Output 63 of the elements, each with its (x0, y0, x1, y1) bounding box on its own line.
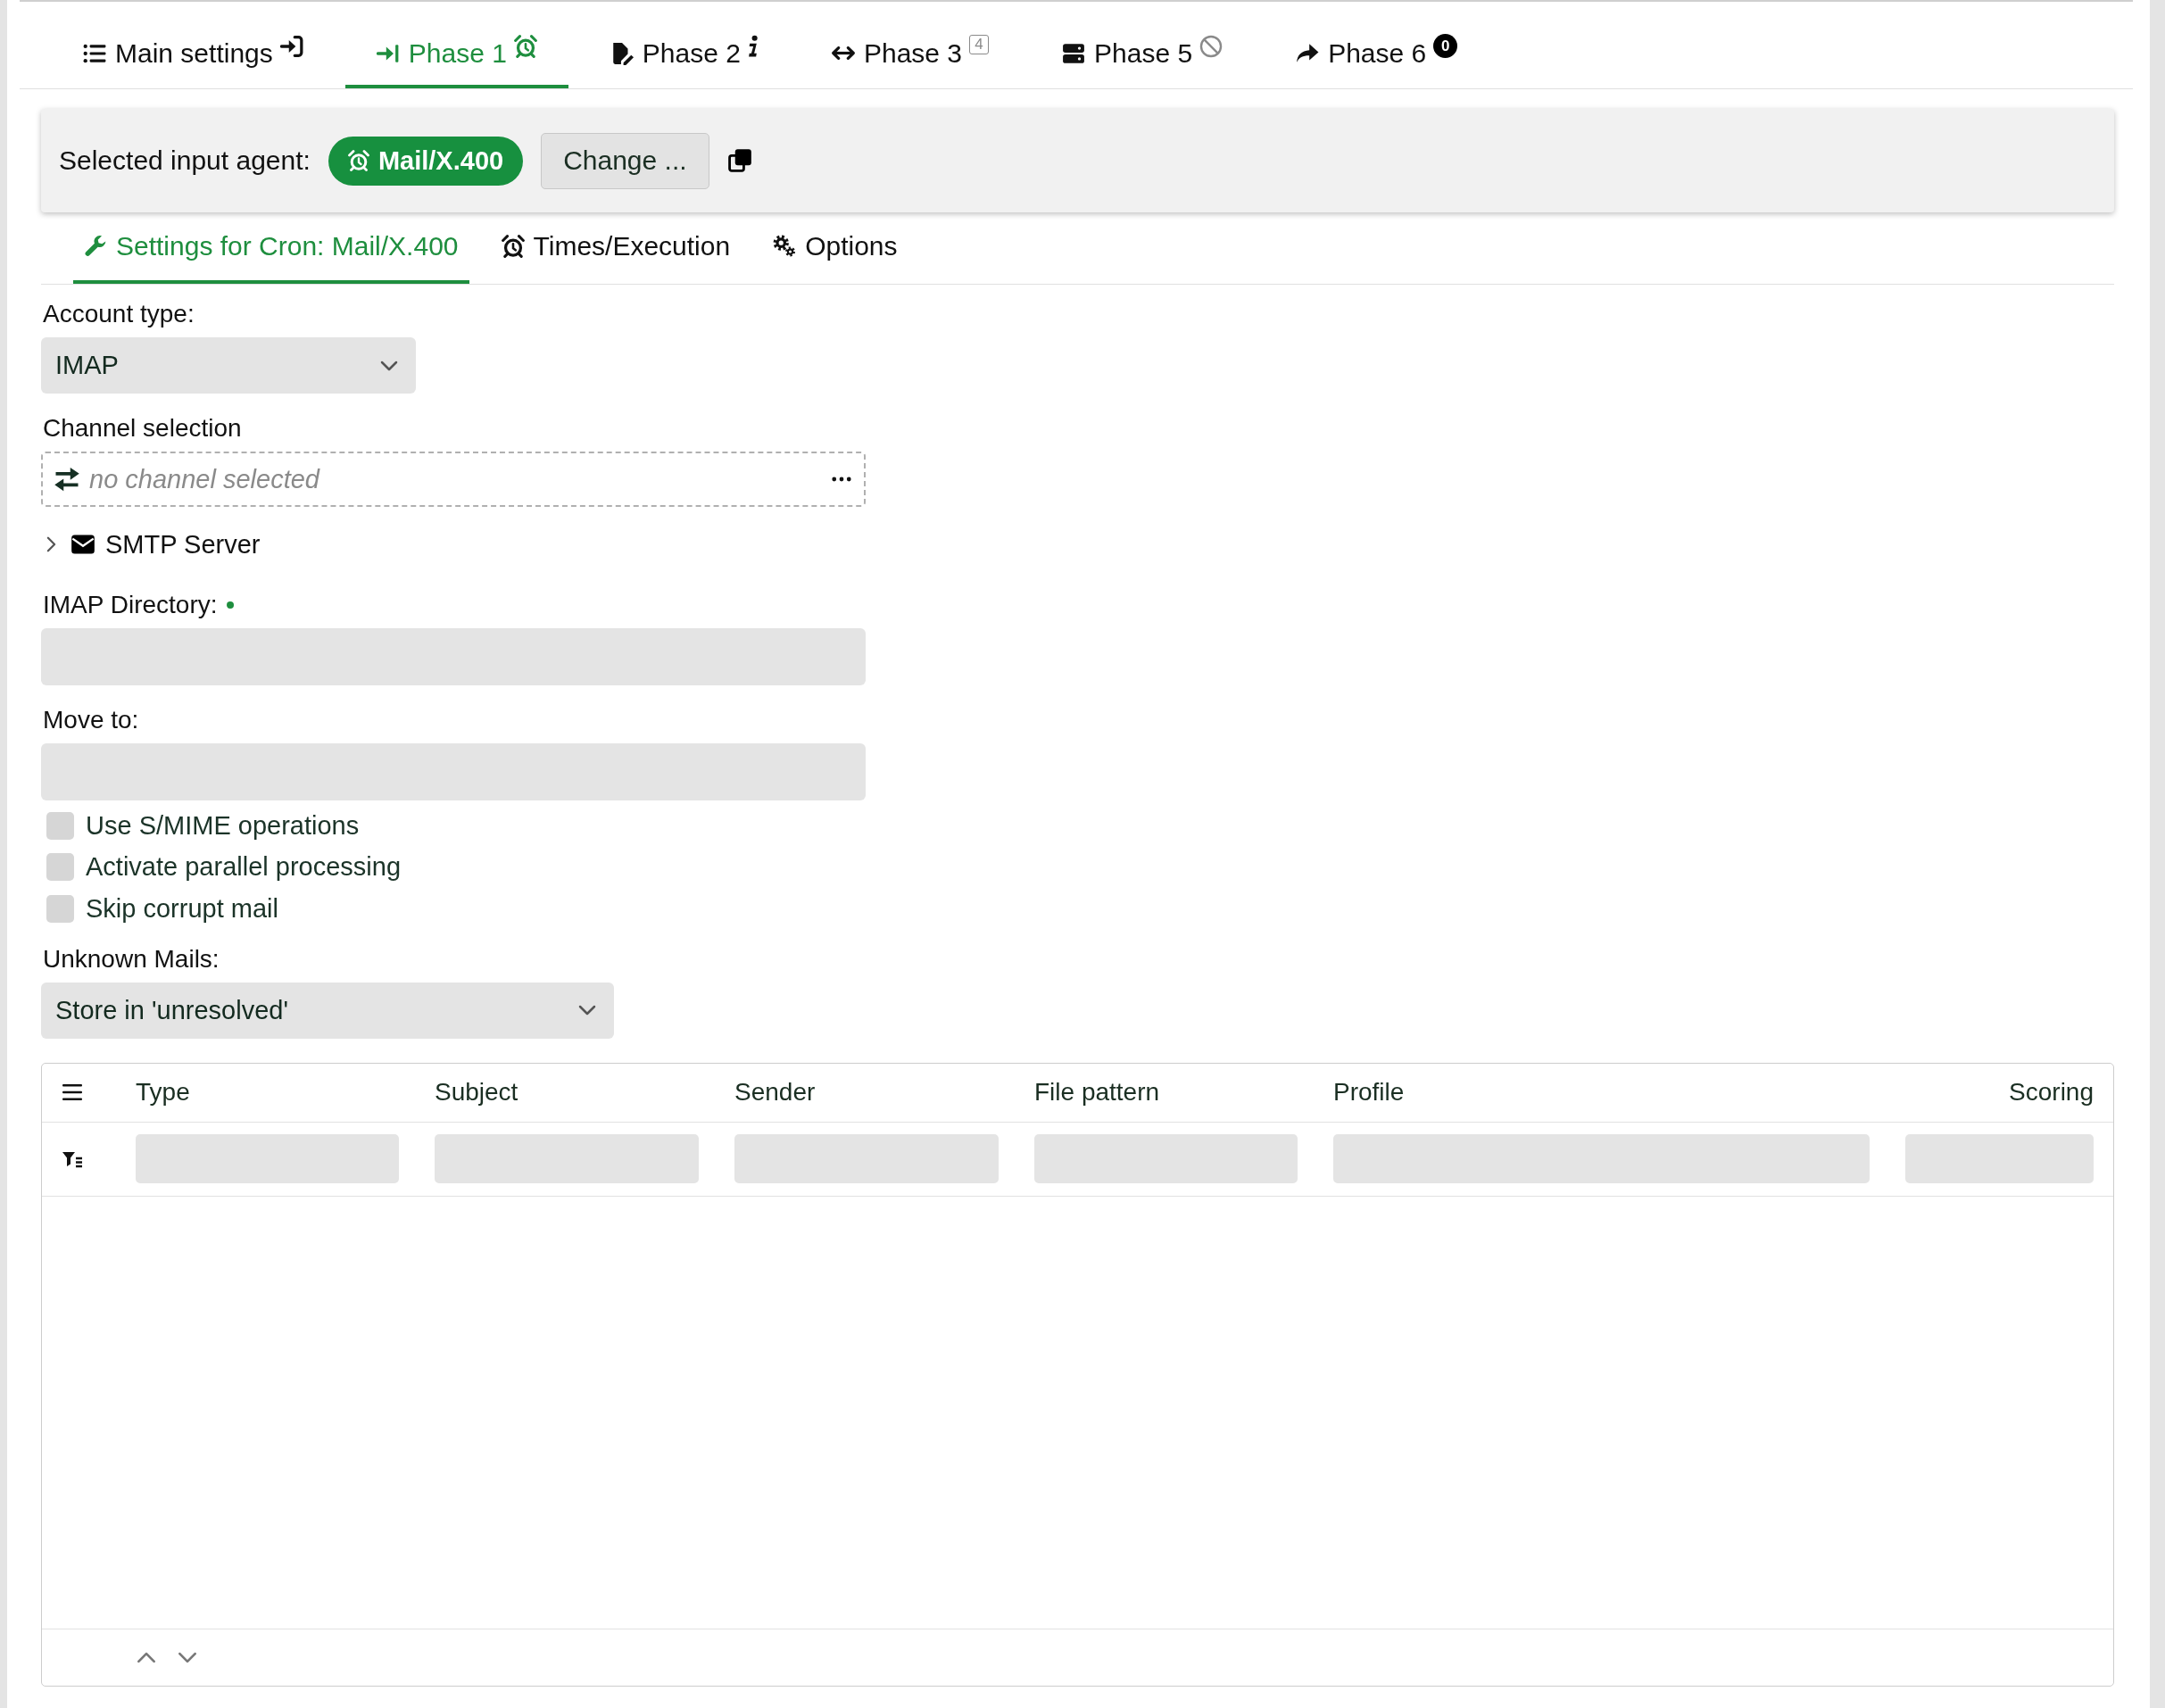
dropdown[interactable]: Store in 'unresolved' (41, 982, 614, 1039)
checkbox-label: Use S/MIME operations (86, 810, 360, 841)
checkbox[interactable] (46, 853, 74, 882)
column-header[interactable]: Sender (734, 1078, 816, 1107)
filter-input[interactable] (1034, 1134, 1298, 1183)
chevron-down-icon[interactable] (178, 1651, 197, 1663)
chevron-down-icon (380, 360, 398, 371)
filter-input[interactable] (435, 1134, 699, 1183)
tab[interactable]: Phase 3 4 (800, 2, 1021, 88)
count-badge: 4 (969, 35, 990, 54)
tab[interactable]: Times/Execution (490, 212, 742, 284)
tab[interactable]: Options (762, 212, 908, 284)
checkbox-label: Activate parallel processing (86, 852, 401, 883)
agent-label: Selected input agent: (59, 145, 311, 176)
column-header[interactable]: File pattern (1034, 1078, 1160, 1107)
channel-input[interactable]: no channel selected (89, 464, 823, 494)
tab[interactable]: Phase 5 (1031, 2, 1255, 88)
menu-icon[interactable] (62, 1083, 83, 1101)
left-right-arrow-icon (831, 46, 855, 60)
checkbox-label: Skip corrupt mail (86, 893, 278, 924)
arrow-into-bracket-icon (279, 35, 303, 58)
alarm-clock-icon (513, 35, 537, 58)
column-header[interactable]: Profile (1333, 1078, 1405, 1107)
gears-icon (773, 235, 797, 258)
change-button[interactable]: Change ... (541, 132, 709, 189)
filter-input[interactable] (1333, 1134, 1870, 1183)
alarm-clock-icon (347, 150, 369, 171)
tab[interactable]: Main settings (52, 2, 335, 88)
channel-picker[interactable]: no channel selected (41, 452, 866, 507)
filter-input[interactable] (136, 1134, 399, 1183)
count-badge: 0 (1433, 34, 1458, 58)
text-input[interactable] (41, 628, 866, 685)
checkbox[interactable] (46, 894, 74, 923)
filter-input[interactable] (734, 1134, 999, 1183)
field-label: Move to: (43, 706, 139, 734)
tab[interactable]: Phase 1 (344, 2, 568, 88)
ban-icon (1199, 35, 1224, 58)
column-header[interactable]: Subject (435, 1078, 518, 1107)
server-icon (1062, 41, 1086, 65)
filter-icon[interactable] (62, 1149, 83, 1168)
field-label: IMAP Directory: (43, 591, 218, 619)
field-label: Account type: (43, 300, 195, 328)
more-icon[interactable] (832, 477, 851, 482)
alarm-clock-icon (501, 235, 525, 258)
filter-input[interactable] (1905, 1134, 2094, 1183)
swap-arrows-icon (54, 466, 80, 493)
section-toggle[interactable]: SMTP Server (43, 528, 261, 560)
copy-icon[interactable] (726, 148, 752, 173)
tab[interactable]: Phase 2 (578, 2, 790, 88)
column-header[interactable]: Type (136, 1078, 190, 1107)
wrench-icon (84, 235, 107, 258)
dropdown[interactable]: IMAP (41, 337, 416, 394)
field-label: Channel selection (43, 414, 242, 443)
tab[interactable]: Settings for Cron: Mail/X.400 (73, 212, 469, 284)
info-icon (747, 35, 759, 58)
chevron-up-icon[interactable] (137, 1651, 156, 1663)
column-header[interactable]: Scoring (2009, 1078, 2094, 1107)
field-label: Unknown Mails: (43, 944, 220, 974)
text-input[interactable] (41, 743, 866, 800)
chevron-down-icon (578, 1005, 596, 1016)
agent-name: Mail/X.400 (377, 145, 504, 176)
checkbox[interactable] (46, 811, 74, 840)
tab[interactable]: Phase 6 0 (1265, 2, 1489, 88)
